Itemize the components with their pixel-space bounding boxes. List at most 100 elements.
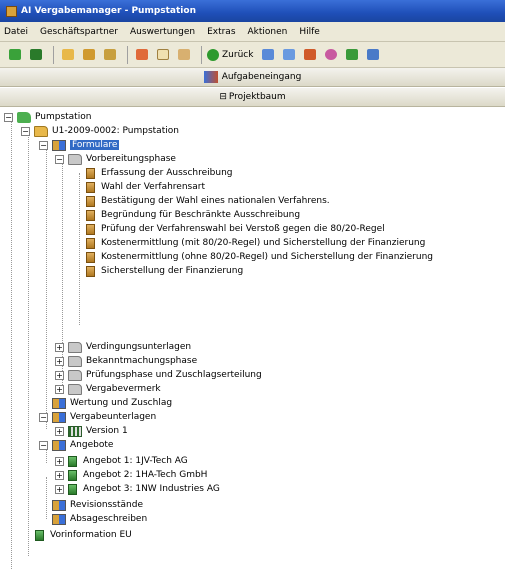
menu-datei[interactable]: Datei bbox=[4, 27, 28, 37]
tree-node-phase[interactable]: + Prüfungsphase und Zuschlagserteilung bbox=[55, 368, 262, 382]
calendar-button[interactable] bbox=[259, 46, 277, 64]
tree-node-form[interactable]: Sicherstellung der Finanzierung bbox=[84, 264, 243, 278]
tree-node-label: Vergabevermerk bbox=[86, 384, 161, 394]
tree-node-label: Bestätigung der Wahl eines nationalen Ve… bbox=[101, 196, 330, 206]
tree-node-angebote[interactable]: − Angebote bbox=[39, 438, 113, 452]
tree-node-project[interactable]: − U1-2009-0002: Pumpstation bbox=[21, 124, 179, 138]
collapse-toggle[interactable]: − bbox=[4, 112, 13, 122]
expand-toggle[interactable]: + bbox=[55, 456, 64, 466]
tree-node-angebot[interactable]: + Angebot 2: 1HA-Tech GmbH bbox=[55, 468, 207, 482]
tree-line bbox=[46, 477, 47, 519]
offer-icon bbox=[68, 469, 77, 481]
expand-toggle[interactable]: + bbox=[55, 384, 64, 394]
tree-node-label: U1-2009-0002: Pumpstation bbox=[52, 126, 179, 136]
tree-node-vorbereitungsphase[interactable]: − Vorbereitungsphase bbox=[55, 152, 176, 166]
open-project-button[interactable] bbox=[27, 46, 45, 64]
toolbar-separator bbox=[127, 45, 128, 64]
menu-auswertungen[interactable]: Auswertungen bbox=[130, 27, 195, 37]
window-button[interactable] bbox=[364, 46, 382, 64]
money-icon bbox=[346, 49, 359, 60]
document-icon bbox=[35, 529, 44, 541]
cut-button[interactable] bbox=[133, 46, 151, 64]
menu-extras[interactable]: Extras bbox=[207, 27, 235, 37]
back-label: Zurück bbox=[222, 49, 254, 60]
money-button[interactable] bbox=[343, 46, 361, 64]
tree-node-form[interactable]: Prüfung der Verfahrenswahl bei Verstoß g… bbox=[84, 222, 385, 236]
copy-button[interactable] bbox=[154, 46, 172, 64]
tree-node-label: Prüfung der Verfahrenswahl bei Verstoß g… bbox=[101, 224, 385, 234]
collapse-toggle[interactable]: − bbox=[55, 154, 64, 164]
expand-toggle[interactable]: + bbox=[55, 470, 64, 480]
tree-node-angebot[interactable]: + Angebot 1: 1JV-Tech AG bbox=[55, 454, 188, 468]
menu-aktionen[interactable]: Aktionen bbox=[248, 27, 288, 37]
tree-node-wertung[interactable]: Wertung und Zuschlag bbox=[52, 396, 172, 410]
forms-icon bbox=[52, 139, 66, 151]
tree-node-label: Vorinformation EU bbox=[50, 530, 132, 540]
globe-button[interactable] bbox=[322, 46, 340, 64]
grey-folder-icon bbox=[68, 341, 82, 353]
new-project-button[interactable] bbox=[6, 46, 24, 64]
open-folder-icon bbox=[83, 49, 95, 60]
document-icon bbox=[86, 251, 95, 263]
tree-node-angebot[interactable]: + Angebot 3: 1NW Industries AG bbox=[55, 482, 220, 496]
offers-icon bbox=[52, 439, 66, 451]
tree-node-form[interactable]: Erfassung der Ausschreibung bbox=[84, 166, 233, 180]
document-icon bbox=[86, 223, 95, 235]
paste-button[interactable] bbox=[175, 46, 193, 64]
tree-node-label: Vorbereitungsphase bbox=[86, 154, 176, 164]
menu-geschaeftspartner[interactable]: Geschäftspartner bbox=[40, 27, 118, 37]
open-folder-button[interactable] bbox=[80, 46, 98, 64]
back-button[interactable]: Zurück bbox=[207, 48, 254, 61]
offer-icon bbox=[68, 455, 77, 467]
scissors-icon bbox=[136, 49, 148, 60]
project-tree-panel-header[interactable]: ⊟ Projektbaum bbox=[0, 88, 505, 107]
tree-node-vorinformation[interactable]: Vorinformation EU bbox=[35, 528, 132, 542]
tree-node-label: Angebot 1: 1JV-Tech AG bbox=[83, 456, 188, 466]
collapse-toggle[interactable]: − bbox=[39, 412, 48, 422]
chart-button[interactable] bbox=[301, 46, 319, 64]
menu-hilfe[interactable]: Hilfe bbox=[299, 27, 319, 37]
tree-node-label: Angebote bbox=[70, 440, 114, 450]
expand-toggle[interactable]: + bbox=[55, 370, 64, 380]
tree-node-form[interactable]: Begründung für Beschränkte Ausschreibung bbox=[84, 208, 300, 222]
title-bar: AI Vergabemanager - Pumpstation bbox=[0, 0, 505, 22]
tree-node-label: Angebot 3: 1NW Industries AG bbox=[83, 484, 220, 494]
award-icon bbox=[52, 397, 66, 409]
tree-node-revisionsstaende[interactable]: Revisionsstände bbox=[52, 498, 143, 512]
tree-node-phase[interactable]: + Vergabevermerk bbox=[55, 382, 161, 396]
expand-toggle[interactable]: + bbox=[55, 342, 64, 352]
expand-toggle[interactable]: + bbox=[55, 356, 64, 366]
collapse-toggle[interactable]: − bbox=[39, 140, 48, 150]
table-button[interactable] bbox=[280, 46, 298, 64]
project-tree: − Pumpstation − U1-2009-0002: Pumpstatio… bbox=[0, 108, 505, 573]
new-folder-button[interactable] bbox=[59, 46, 77, 64]
collapse-toggle[interactable]: − bbox=[39, 440, 48, 450]
revisions-icon bbox=[52, 499, 66, 511]
grey-folder-icon bbox=[68, 355, 82, 367]
tree-node-form[interactable]: Bestätigung der Wahl eines nationalen Ve… bbox=[84, 194, 330, 208]
green-folder-icon bbox=[17, 111, 31, 123]
tree-node-label: Angebot 2: 1HA-Tech GmbH bbox=[83, 470, 208, 480]
expand-toggle[interactable]: + bbox=[55, 426, 64, 436]
tree-node-root[interactable]: − Pumpstation bbox=[4, 110, 91, 124]
tree-node-form[interactable]: Kostenermittlung (mit 80/20-Regel) und S… bbox=[84, 236, 425, 250]
tree-node-version[interactable]: + Version 1 bbox=[55, 424, 128, 438]
tree-node-absageschreiben[interactable]: Absageschreiben bbox=[52, 512, 147, 526]
project-tree-panel-label: Projektbaum bbox=[228, 92, 286, 102]
tree-node-form[interactable]: Wahl der Verfahrensart bbox=[84, 180, 205, 194]
document-icon bbox=[86, 181, 95, 193]
tree-node-phase[interactable]: + Verdingungsunterlagen bbox=[55, 340, 191, 354]
tree-line bbox=[79, 173, 80, 325]
tree-node-phase[interactable]: + Bekanntmachungsphase bbox=[55, 354, 197, 368]
tree-node-label: Wahl der Verfahrensart bbox=[101, 182, 205, 192]
expand-toggle[interactable]: + bbox=[55, 484, 64, 494]
tree-node-label: Vergabeunterlagen bbox=[70, 412, 157, 422]
tree-node-label: Verdingungsunterlagen bbox=[86, 342, 192, 352]
folder-action-button[interactable] bbox=[101, 46, 119, 64]
tree-node-form[interactable]: Kostenermittlung (ohne 80/20-Regel) und … bbox=[84, 250, 433, 264]
tree-node-formulare[interactable]: − Formulare bbox=[39, 138, 120, 152]
open-folder-icon bbox=[34, 125, 48, 137]
tasks-panel-header[interactable]: Aufgabeneingang bbox=[0, 68, 505, 87]
collapse-toggle[interactable]: − bbox=[21, 126, 30, 136]
tree-node-vergabeunterlagen[interactable]: − Vergabeunterlagen bbox=[39, 410, 156, 424]
